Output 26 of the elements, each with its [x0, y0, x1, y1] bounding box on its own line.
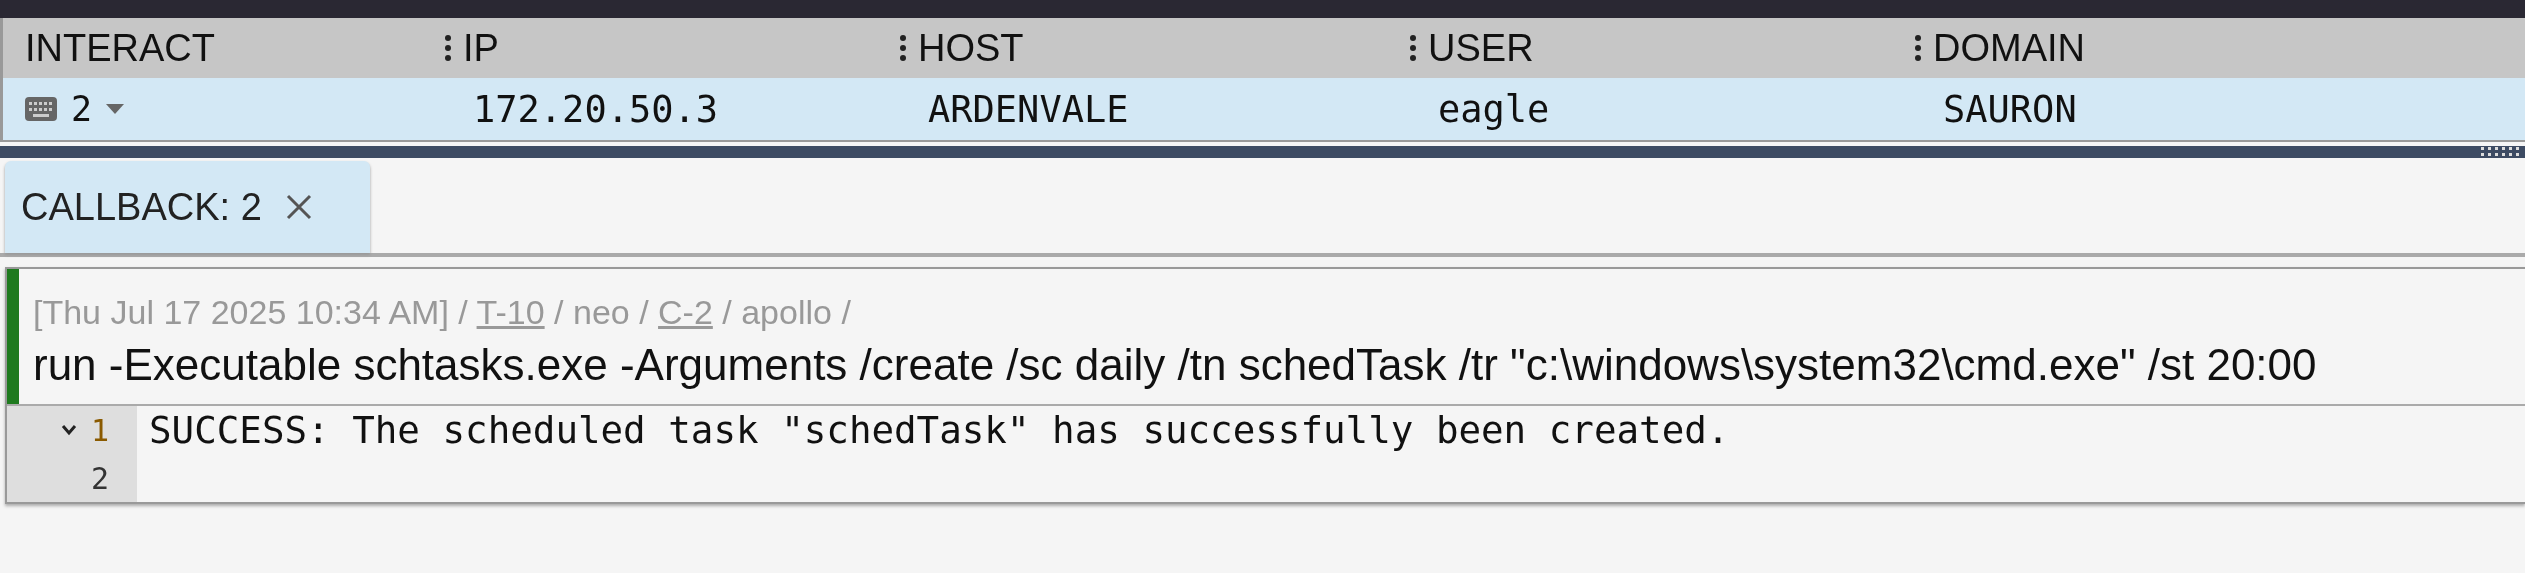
column-resize-icon[interactable] — [900, 35, 906, 61]
keyboard-icon[interactable] — [25, 97, 57, 121]
column-header[interactable]: HOST — [918, 26, 1024, 70]
task-metadata: [Thu Jul 17 2025 10:34 AM] / T-10 / neo / C-2 / apollo / — [33, 293, 852, 332]
column-header[interactable]: DOMAIN — [1933, 26, 2085, 70]
table-cell: SAURON — [1943, 87, 2077, 131]
line-number: 2 — [90, 460, 109, 496]
output-line: SUCCESS: The scheduled task "schedTask" has successfully been created. — [148, 408, 1730, 452]
grip-icon[interactable] — [2481, 147, 2521, 157]
task-command: run -Executable schtasks.exe -Arguments /create /sc daily /tn schedTask /tr "c:\windows\system32\cmd.exe" /st 20:00 — [33, 340, 2318, 390]
column-header[interactable]: INTERACT — [25, 26, 215, 70]
table-cell: 172.20.50.3 — [473, 87, 719, 131]
table-cell: eagle — [1438, 87, 1550, 131]
callback-tab[interactable]: CALLBACK: 2 — [5, 161, 370, 253]
line-number: 1 — [90, 412, 109, 448]
column-header[interactable]: IP — [463, 26, 499, 70]
column-header[interactable]: USER — [1428, 26, 1534, 70]
table-cell: ARDENVALE — [928, 87, 1129, 131]
column-resize-icon[interactable] — [445, 35, 451, 61]
chevron-icon[interactable] — [60, 424, 77, 436]
table-cell: 2 — [71, 89, 93, 129]
caret-icon[interactable] — [106, 104, 125, 114]
close-icon[interactable] — [285, 194, 312, 220]
table-row[interactable]: 2 172.20.50.3 ARDENVALE eagle SAURON — [0, 78, 2525, 142]
column-resize-icon[interactable] — [1410, 35, 1416, 61]
column-resize-icon[interactable] — [1915, 35, 1921, 61]
